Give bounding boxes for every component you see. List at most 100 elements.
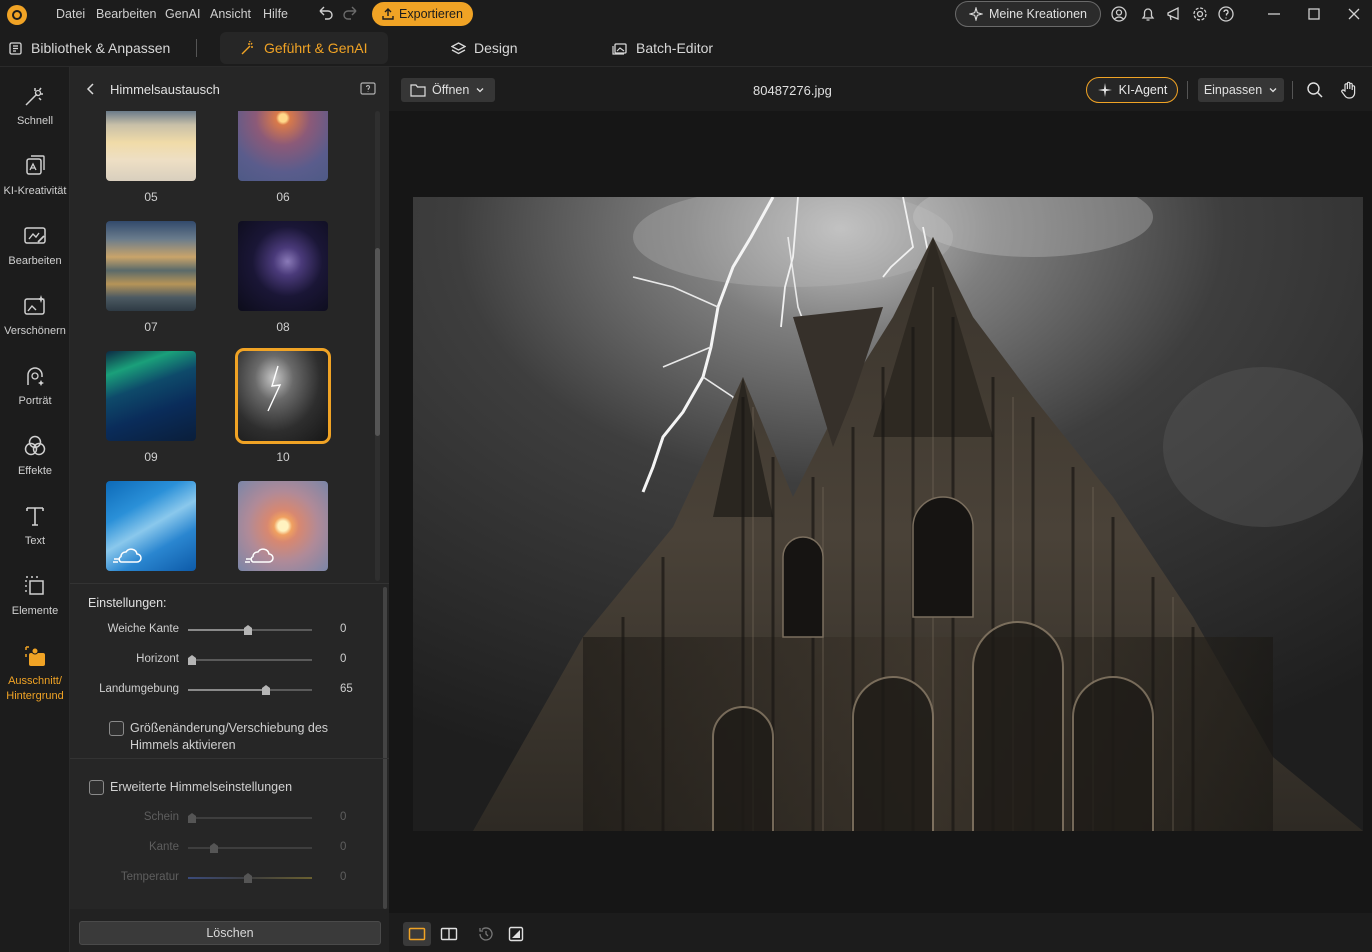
tab-gefuehrt-genai[interactable]: Geführt & GenAI: [220, 32, 388, 64]
panel-title: Himmelsaustausch: [110, 82, 220, 97]
ki-agent-button[interactable]: KI-Agent: [1086, 77, 1178, 103]
menu-bearbeiten[interactable]: Bearbeiten: [96, 7, 156, 21]
slider-track[interactable]: [188, 625, 312, 635]
cloud-download-icon: [113, 548, 142, 563]
rail-label-elemente: Elemente: [11, 605, 59, 617]
slider-value: 0: [340, 653, 347, 665]
split-compare-icon: [440, 927, 458, 941]
advanced-sky-checkbox[interactable]: [89, 780, 104, 795]
panel-divider: [70, 758, 389, 759]
sky-replacement-panel: Himmelsaustausch 05 06 07 08 09 10 Einst…: [70, 67, 389, 952]
sky-thumbnail-05[interactable]: [106, 111, 196, 181]
portrait-icon: [27, 367, 44, 386]
tab-design-label: Design: [474, 40, 518, 56]
slider-knob[interactable]: [262, 685, 270, 695]
menu-genai[interactable]: GenAI: [165, 7, 200, 21]
rail-item-text[interactable]: Text: [0, 499, 70, 565]
rail-item-bearbeiten[interactable]: Bearbeiten: [0, 219, 70, 285]
rail-item-verschoenern[interactable]: Verschönern: [0, 289, 70, 355]
back-arrow-icon[interactable]: [84, 82, 98, 96]
slider-horizont[interactable]: Horizont 0: [70, 650, 389, 670]
account-icon[interactable]: [1110, 5, 1128, 23]
slider-label: Schein: [143, 811, 179, 823]
close-icon[interactable]: [1345, 5, 1363, 23]
rail-item-elemente[interactable]: Elemente: [0, 569, 70, 635]
slider-knob[interactable]: [188, 655, 196, 665]
minimize-icon[interactable]: [1265, 5, 1283, 23]
slider-fill: [188, 689, 268, 691]
ai-agent-icon: [1097, 83, 1112, 97]
single-view-button[interactable]: [403, 922, 431, 946]
hand-pan-icon[interactable]: [1339, 80, 1359, 100]
slider-knob[interactable]: [244, 625, 252, 635]
sky-thumbnail-10[interactable]: [235, 348, 331, 444]
tab-bibliothek[interactable]: Bibliothek & Anpassen: [8, 29, 170, 67]
menu-datei[interactable]: Datei: [56, 7, 85, 21]
slider-track[interactable]: [188, 655, 312, 665]
compare-view-button[interactable]: [435, 922, 463, 946]
slider-temperatur: Temperatur 0: [70, 868, 389, 888]
megaphone-icon[interactable]: [1165, 5, 1183, 23]
rail-item-ausschnitt-hintergrund[interactable]: Ausschnitt/ Hintergrund: [0, 639, 70, 705]
maximize-icon[interactable]: [1305, 5, 1323, 23]
panel-divider: [70, 583, 389, 584]
rail-item-ki-kreativitaet[interactable]: KI-Kreativität: [0, 149, 70, 215]
upload-icon: [382, 8, 394, 20]
export-button[interactable]: Exportieren: [372, 2, 473, 26]
scrollbar-thumb[interactable]: [375, 248, 380, 436]
thumbnail-scrollbar[interactable]: [375, 111, 380, 581]
tab-design[interactable]: Design: [451, 29, 518, 67]
resize-sky-checkbox[interactable]: [109, 721, 124, 736]
rail-item-portraet[interactable]: Porträt: [0, 359, 70, 425]
slider-label: Kante: [148, 841, 179, 853]
cutout-background-icon: [25, 646, 45, 666]
ai-creativity-icon: [26, 155, 45, 175]
sky-thumbnail-11[interactable]: [106, 481, 196, 571]
undo-icon[interactable]: [315, 3, 335, 23]
canvas-bottom-bar: [389, 913, 1372, 952]
menu-hilfe[interactable]: Hilfe: [263, 7, 288, 21]
toolbar-separator: [1187, 81, 1188, 99]
sky-thumbnail-07[interactable]: [106, 221, 196, 311]
sky-thumbnail-06[interactable]: [238, 111, 328, 181]
my-creations-button[interactable]: Meine Kreationen: [955, 1, 1101, 27]
zoom-search-icon[interactable]: [1306, 81, 1324, 99]
edit-image-icon: [24, 227, 46, 244]
lightning-preview-icon: [267, 365, 282, 412]
tab-separator: [196, 39, 197, 57]
sky-thumbnail-08[interactable]: [238, 221, 328, 311]
text-icon: [26, 507, 44, 526]
sparkle-icon: [969, 7, 983, 21]
edited-photo-canvas[interactable]: [413, 197, 1363, 831]
slider-track[interactable]: [188, 685, 312, 695]
rail-item-schnell[interactable]: Schnell: [0, 79, 70, 145]
settings-gear-icon[interactable]: [1191, 5, 1209, 23]
tab-batch-editor[interactable]: Batch-Editor: [612, 29, 713, 67]
rail-label-ki-kreativitaet: KI-Kreativität: [3, 185, 67, 197]
slider-schein: Schein 0: [70, 808, 389, 828]
rail-label-portraet: Porträt: [18, 395, 52, 407]
sky-thumbnail-12[interactable]: [238, 481, 328, 571]
before-after-button[interactable]: [502, 922, 530, 946]
delete-button[interactable]: Löschen: [79, 921, 381, 945]
help-icon[interactable]: [1217, 5, 1235, 23]
slider-label: Horizont: [136, 653, 179, 665]
help-tutorial-icon[interactable]: [360, 82, 376, 96]
menu-ansicht[interactable]: Ansicht: [210, 7, 251, 21]
rail-item-effekte[interactable]: Effekte: [0, 429, 70, 495]
rail-label-bearbeiten: Bearbeiten: [8, 255, 62, 267]
panel-header: Himmelsaustausch: [70, 67, 389, 111]
redo-icon[interactable]: [341, 3, 361, 23]
slider-fill: [188, 629, 250, 631]
slider-landumgebung[interactable]: Landumgebung 65: [70, 680, 389, 700]
sky-thumbnail-label: 08: [276, 320, 290, 334]
sky-thumbnail-09[interactable]: [106, 351, 196, 441]
slider-weiche-kante[interactable]: Weiche Kante 0: [70, 620, 389, 640]
history-button[interactable]: [472, 922, 500, 946]
chevron-down-icon: [1269, 88, 1277, 93]
fit-zoom-dropdown[interactable]: Einpassen: [1198, 78, 1284, 102]
notification-bell-icon[interactable]: [1139, 5, 1157, 23]
my-creations-label: Meine Kreationen: [989, 7, 1087, 21]
open-button[interactable]: Öffnen: [401, 78, 495, 102]
resize-sky-label: Größenänderung/Verschiebung des Himmels …: [130, 721, 329, 752]
